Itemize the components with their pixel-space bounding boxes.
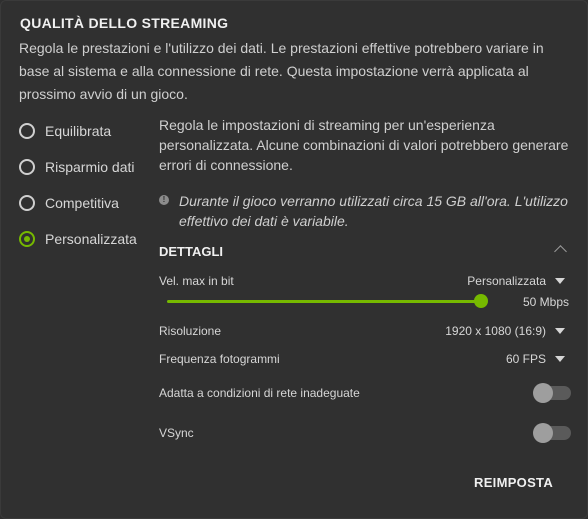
preset-personalizzata[interactable]: Personalizzata — [19, 221, 137, 257]
vsync-toggle[interactable] — [533, 423, 571, 443]
framerate-dropdown[interactable]: 60 FPS — [506, 352, 565, 366]
chevron-up-icon[interactable] — [554, 245, 567, 258]
toggle-knob — [533, 423, 553, 443]
framerate-label: Frequenza fotogrammi — [159, 352, 280, 366]
preset-label: Personalizzata — [45, 231, 137, 247]
reset-button[interactable]: REIMPOSTA — [474, 475, 553, 490]
data-usage-text: Durante il gioco verranno utilizzati cir… — [179, 193, 568, 229]
chevron-down-icon — [555, 278, 565, 284]
radio-checked-icon — [19, 231, 35, 247]
preset-radio-group: Equilibrata Risparmio dati Competitiva P… — [19, 113, 137, 257]
bitrate-slider-handle[interactable] — [474, 294, 488, 308]
vsync-label: VSync — [159, 426, 194, 440]
bitrate-mode-dropdown[interactable]: Personalizzata — [467, 274, 565, 288]
resolution-label: Risoluzione — [159, 324, 222, 338]
adapt-network-toggle[interactable] — [533, 383, 571, 403]
radio-unchecked-icon — [19, 195, 35, 211]
preset-risparmio-dati[interactable]: Risparmio dati — [19, 149, 137, 185]
bitrate-label: Vel. max in bit — [159, 274, 234, 288]
page-title: QUALITÀ DELLO STREAMING — [20, 15, 229, 31]
toggle-knob — [533, 383, 553, 403]
adapt-network-label: Adatta a condizioni di rete inadeguate — [159, 386, 360, 400]
chevron-down-icon — [555, 356, 565, 362]
preset-label: Competitiva — [45, 195, 119, 211]
chevron-down-icon — [555, 328, 565, 334]
framerate-value: 60 FPS — [505, 352, 546, 366]
resolution-value: 1920 x 1080 (16:9) — [445, 324, 546, 338]
resolution-dropdown[interactable]: 1920 x 1080 (16:9) — [445, 324, 565, 338]
preset-label: Risparmio dati — [45, 159, 135, 175]
data-usage-info: ! Durante il gioco verranno utilizzati c… — [159, 191, 569, 231]
preset-label: Equilibrata — [45, 123, 112, 139]
streaming-quality-panel: QUALITÀ DELLO STREAMING Regola le presta… — [0, 0, 588, 519]
details-heading: DETTAGLI — [159, 244, 224, 259]
custom-description: Regola le impostazioni di streaming per … — [159, 117, 569, 173]
preset-equilibrata[interactable]: Equilibrata — [19, 113, 137, 149]
page-description: Regola le prestazioni e l'utilizzo dei d… — [19, 40, 544, 102]
radio-unchecked-icon — [19, 123, 35, 139]
bitrate-slider-track[interactable] — [167, 300, 481, 303]
bitrate-mode-value: Personalizzata — [467, 274, 546, 288]
info-icon: ! — [159, 195, 169, 205]
radio-unchecked-icon — [19, 159, 35, 175]
bitrate-value: 50 Mbps — [523, 295, 570, 309]
preset-competitiva[interactable]: Competitiva — [19, 185, 137, 221]
